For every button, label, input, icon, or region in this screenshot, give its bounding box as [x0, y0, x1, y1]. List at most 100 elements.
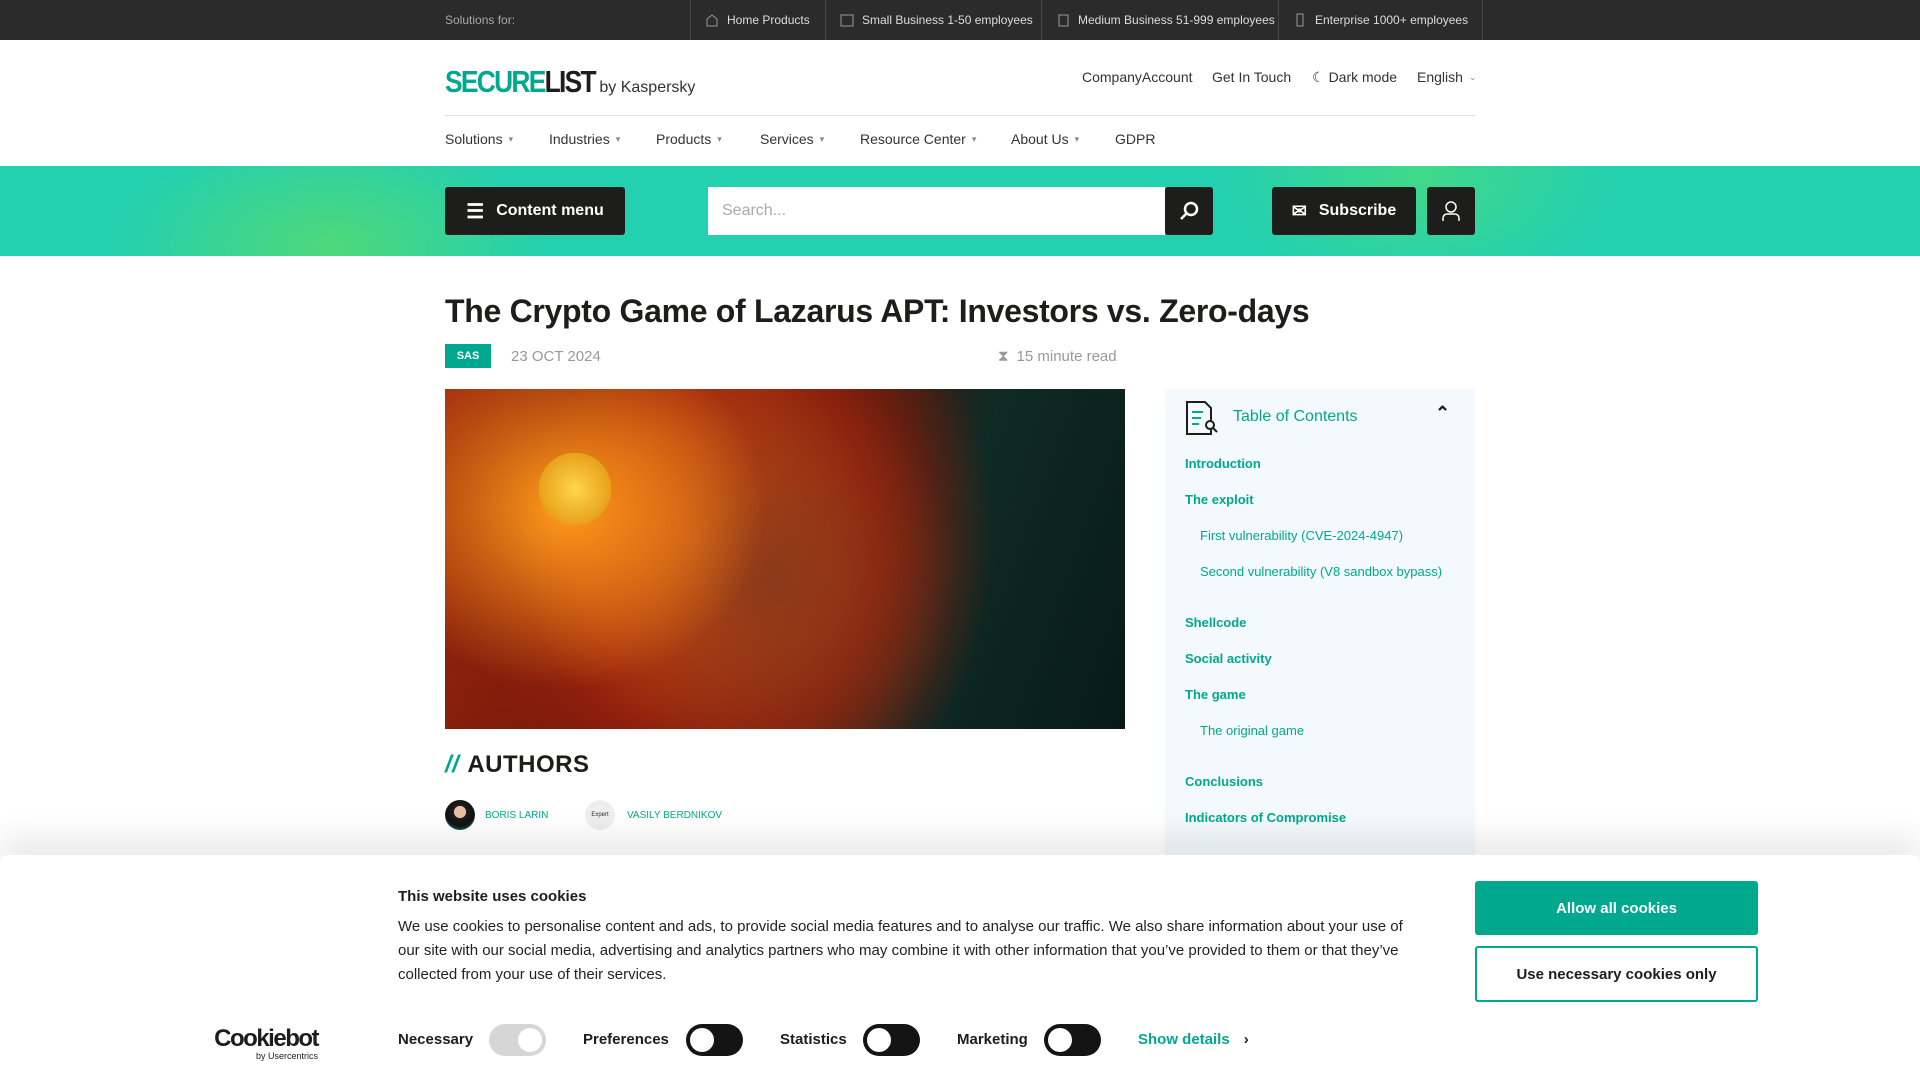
nav-label: Resource Center	[860, 131, 966, 147]
search-icon	[1180, 201, 1199, 220]
subscribe-button[interactable]: ✉ Subscribe	[1272, 187, 1416, 235]
show-details-link[interactable]: Show details ›	[1138, 1031, 1249, 1048]
subscribe-label: Subscribe	[1318, 202, 1397, 219]
skyscraper-icon	[1296, 13, 1304, 27]
author-name: VASILY BERDNIKOV	[627, 809, 723, 821]
envelope-icon: ✉	[1291, 200, 1307, 221]
language-select[interactable]: English ⌄	[1417, 69, 1476, 85]
toc-title: Table of Contents	[1233, 408, 1358, 425]
cookie-banner: This website uses cookies We use cookies…	[0, 855, 1920, 1080]
toc-subitem[interactable]: The original game	[1200, 723, 1304, 738]
hamburger-icon: ☰	[466, 200, 485, 223]
necessary-toggle	[489, 1024, 546, 1056]
nav-resource-center[interactable]: Resource Center ▾	[860, 131, 976, 147]
avatar	[445, 800, 475, 830]
avatar: Expert	[585, 800, 615, 830]
medium-business-link[interactable]: Medium Business 51-999 employees	[1041, 0, 1289, 40]
language-label: English	[1417, 69, 1463, 85]
solutions-label: Solutions for:	[445, 13, 516, 27]
category-tag[interactable]: SAS	[445, 344, 491, 368]
statistics-toggle[interactable]	[863, 1024, 920, 1056]
document-search-icon	[1186, 401, 1218, 435]
chevron-down-icon: ▾	[615, 133, 621, 144]
show-details-label: Show details	[1138, 1031, 1230, 1048]
small-business-link[interactable]: Small Business 1-50 employees	[825, 0, 1047, 40]
slash-decoration: //	[445, 751, 460, 778]
chevron-down-icon: ▾	[717, 133, 722, 144]
nav-about-us[interactable]: About Us ▾	[1011, 131, 1079, 147]
toc-item[interactable]: Shellcode	[1185, 615, 1246, 630]
cookiebot-wordmark: Cookiebot	[214, 1025, 319, 1052]
nav-solutions[interactable]: Solutions ▾	[445, 131, 513, 147]
link-label: Medium Business 51-999 employees	[1078, 13, 1275, 27]
search-button[interactable]	[1165, 187, 1213, 235]
chevron-down-icon: ▾	[971, 133, 977, 144]
moon-icon: ☾	[1312, 69, 1325, 85]
cookiebot-logo: Cookiebot by Usercentrics	[213, 1025, 319, 1061]
author-name: BORIS LARIN	[485, 809, 549, 821]
nav-services[interactable]: Services ▾	[760, 131, 824, 147]
nav-label: Solutions	[445, 131, 503, 147]
marketing-label: Marketing	[957, 1031, 1028, 1048]
chevron-up-icon[interactable]: ⌃	[1435, 403, 1450, 424]
author-vasily-berdnikov[interactable]: Expert VASILY BERDNIKOV	[585, 800, 722, 830]
nav-gdpr[interactable]: GDPR	[1115, 131, 1155, 147]
toc-item[interactable]: Indicators of Compromise	[1185, 810, 1346, 825]
nav-label: Services	[760, 131, 814, 147]
necessary-label: Necessary	[398, 1031, 474, 1048]
allow-all-cookies-button[interactable]: Allow all cookies	[1475, 881, 1758, 935]
toc-item[interactable]: The exploit	[1185, 492, 1254, 507]
link-label: Home Products	[727, 13, 810, 27]
toc-item[interactable]: The game	[1185, 687, 1246, 702]
cookie-title: This website uses cookies	[398, 888, 587, 905]
necessary-cookies-button[interactable]: Use necessary cookies only	[1475, 946, 1758, 1002]
enterprise-link[interactable]: Enterprise 1000+ employees	[1278, 0, 1484, 40]
chevron-down-icon: ⌄	[1468, 72, 1477, 82]
building-icon	[840, 14, 854, 27]
house-icon	[706, 14, 718, 27]
read-time: ⧗ 15 minute read	[998, 348, 1117, 365]
content-menu-label: Content menu	[496, 202, 604, 219]
dark-mode-toggle[interactable]: ☾ Dark mode	[1312, 69, 1397, 86]
content-menu-button[interactable]: ☰ Content menu	[445, 187, 625, 235]
account-button[interactable]	[1427, 187, 1475, 235]
logo-secure: SECURE	[445, 64, 546, 99]
article-title: The Crypto Game of Lazarus APT: Investor…	[445, 293, 1310, 329]
toc-item[interactable]: Conclusions	[1185, 774, 1263, 789]
preferences-label: Preferences	[583, 1031, 669, 1048]
author-boris-larin[interactable]: BORIS LARIN	[445, 800, 548, 830]
nav-label: Industries	[549, 131, 610, 147]
search-input[interactable]	[708, 187, 1165, 235]
publish-date: 23 OCT 2024	[511, 348, 601, 365]
authors-heading: // AUTHORS	[445, 751, 590, 779]
article-hero-image	[445, 389, 1125, 729]
nav-products[interactable]: Products ▾	[656, 131, 722, 147]
authors-heading-label: AUTHORS	[467, 751, 590, 778]
user-icon	[1442, 201, 1460, 221]
preferences-toggle[interactable]	[686, 1024, 743, 1056]
chevron-down-icon: ▾	[508, 133, 514, 144]
statistics-label: Statistics	[780, 1031, 847, 1048]
toc-item[interactable]: Introduction	[1185, 456, 1261, 471]
securelist-logo[interactable]: SECURELIST by Kaspersky	[445, 64, 695, 100]
chevron-down-icon: ▾	[819, 133, 825, 144]
nav-industries[interactable]: Industries ▾	[549, 131, 620, 147]
link-label: Enterprise 1000+ employees	[1315, 13, 1469, 27]
read-time-label: 15 minute read	[1016, 348, 1117, 365]
nav-label: Products	[656, 131, 712, 147]
logo-wordmark: SECURELIST	[445, 64, 597, 100]
toc-subitem[interactable]: First vulnerability (CVE-2024-4947)	[1200, 528, 1403, 543]
marketing-toggle[interactable]	[1044, 1024, 1101, 1056]
toc-item[interactable]: Social activity	[1185, 651, 1272, 666]
company-account-link[interactable]: CompanyAccount	[1082, 69, 1193, 85]
home-products-link[interactable]: Home Products	[690, 0, 824, 40]
table-of-contents: Table of Contents ⌃ Introduction The exp…	[1165, 389, 1475, 859]
get-in-touch-link[interactable]: Get In Touch	[1212, 69, 1291, 85]
building-icon	[1058, 14, 1069, 27]
cookie-text: We use cookies to personalise content an…	[398, 918, 1403, 983]
nav-label: About Us	[1011, 131, 1069, 147]
dark-mode-label: Dark mode	[1328, 69, 1398, 85]
chevron-down-icon: ▾	[1074, 133, 1080, 144]
hourglass-icon: ⧗	[998, 348, 1009, 365]
toc-subitem[interactable]: Second vulnerability (V8 sandbox bypass)	[1200, 564, 1442, 579]
